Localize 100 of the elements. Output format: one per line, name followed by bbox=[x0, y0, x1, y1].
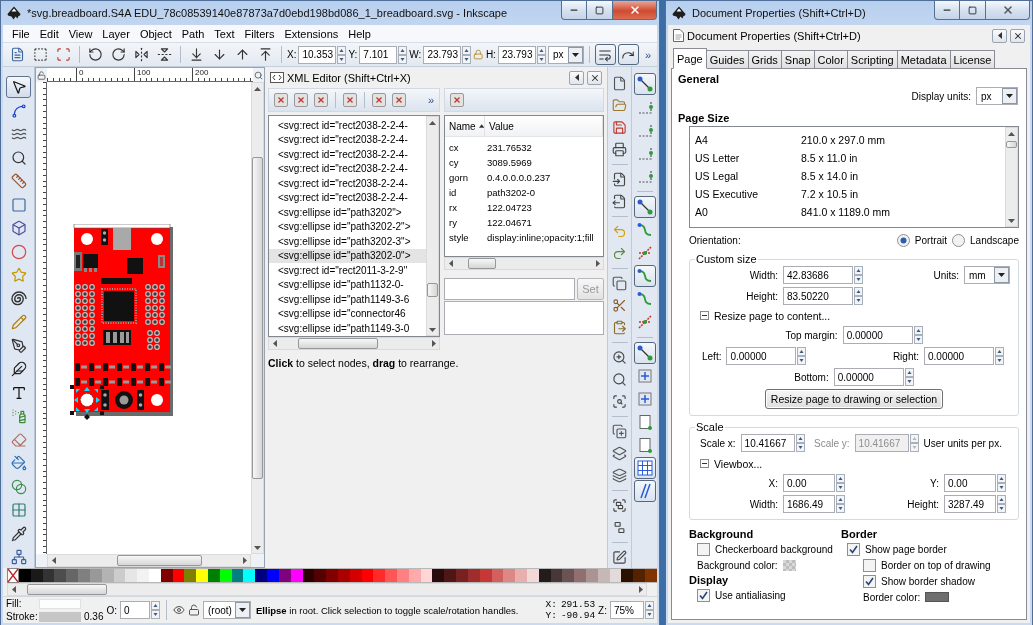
spin-arrows-icon[interactable] bbox=[836, 495, 845, 513]
attribute-name[interactable]: cx bbox=[445, 142, 485, 153]
menu-item[interactable]: Help bbox=[343, 27, 376, 40]
color-swatch[interactable] bbox=[645, 568, 657, 583]
minimize-button[interactable] bbox=[934, 1, 960, 20]
attribute-value[interactable]: 122.04671 bbox=[485, 217, 532, 228]
toggle-button[interactable] bbox=[617, 44, 639, 65]
dock-button[interactable] bbox=[569, 70, 584, 85]
toggle-button[interactable] bbox=[594, 44, 616, 65]
scrollbar[interactable] bbox=[47, 554, 251, 567]
color-swatch[interactable] bbox=[326, 568, 338, 583]
attribute-value[interactable]: 0.4.0.0.0.0.237 bbox=[485, 172, 551, 183]
scroll-right-icon[interactable] bbox=[242, 557, 247, 564]
color-swatch[interactable] bbox=[574, 568, 586, 583]
color-swatch[interactable] bbox=[125, 568, 138, 583]
menu-item[interactable]: Edit bbox=[34, 27, 64, 40]
xml-node-row[interactable]: <svg:ellipse id="path3202-2"> bbox=[269, 219, 426, 234]
color-swatch[interactable] bbox=[503, 568, 516, 583]
menu-item[interactable]: View bbox=[63, 27, 98, 40]
snap-toggle-button[interactable] bbox=[633, 196, 656, 218]
tab[interactable]: Scripting bbox=[846, 50, 898, 69]
scroll-right-icon[interactable] bbox=[431, 340, 436, 347]
color-swatch[interactable] bbox=[432, 568, 445, 583]
scrollbar[interactable] bbox=[1005, 127, 1018, 227]
spin-arrows-icon[interactable] bbox=[462, 45, 472, 64]
color-swatch[interactable] bbox=[562, 568, 575, 583]
radio-button[interactable] bbox=[952, 233, 966, 247]
spin-arrows-icon[interactable] bbox=[997, 474, 1006, 492]
page-size-name[interactable]: US Letter bbox=[695, 152, 801, 164]
number-field[interactable]: 23.793 bbox=[423, 45, 462, 64]
number-field[interactable]: 0.00 bbox=[944, 474, 996, 492]
spin-arrows-icon[interactable] bbox=[913, 326, 923, 344]
checkbox[interactable] bbox=[863, 558, 876, 572]
page-size-name[interactable]: US Executive bbox=[695, 188, 801, 200]
scrollbar-thumb[interactable] bbox=[298, 338, 378, 349]
number-field[interactable]: 10.41667 bbox=[740, 434, 795, 452]
attribute-value[interactable]: 231.76532 bbox=[485, 142, 532, 153]
color-swatch[interactable] bbox=[925, 592, 950, 602]
attribute-name[interactable]: rx bbox=[445, 202, 485, 213]
dock-button[interactable] bbox=[992, 28, 1007, 43]
scroll-down-icon[interactable] bbox=[429, 327, 436, 332]
column-header[interactable]: Value bbox=[485, 116, 603, 136]
checkbox-label[interactable]: Border on top of drawing bbox=[881, 559, 991, 571]
xml-node-row[interactable]: <svg:rect id="rect2038-2-2-4- bbox=[269, 190, 426, 205]
spin-arrows-icon[interactable] bbox=[904, 368, 914, 386]
spin-arrows-icon[interactable] bbox=[795, 434, 805, 452]
tab[interactable]: Color bbox=[813, 50, 848, 69]
overflow-button[interactable]: » bbox=[425, 94, 436, 106]
menu-item[interactable]: Filters bbox=[239, 27, 280, 40]
collapse-icon[interactable] bbox=[700, 459, 709, 468]
xml-node-row[interactable]: <svg:ellipse id="path3202-3"> bbox=[269, 234, 426, 249]
color-swatch[interactable] bbox=[515, 568, 527, 583]
xml-node-row[interactable]: <svg:ellipse id="connector46 bbox=[269, 306, 426, 321]
scrollbar[interactable] bbox=[251, 82, 264, 554]
number-field[interactable]: 0 bbox=[120, 601, 151, 619]
color-swatch[interactable] bbox=[137, 568, 149, 583]
scrollbar[interactable] bbox=[444, 257, 604, 270]
xml-node-row[interactable]: <svg:rect id="rect2038-2-2-4- bbox=[269, 118, 426, 133]
page-size-name[interactable]: A0 bbox=[695, 206, 801, 218]
number-field[interactable]: 83.50220 bbox=[783, 287, 853, 305]
magnifier-icon[interactable] bbox=[254, 70, 263, 80]
scroll-left-icon[interactable] bbox=[51, 557, 56, 564]
units-dropdown[interactable]: mm bbox=[964, 266, 1010, 284]
attribute-value-field[interactable] bbox=[444, 278, 575, 300]
page-size-name[interactable]: US Legal bbox=[695, 170, 801, 182]
color-swatch[interactable] bbox=[184, 568, 197, 583]
checkbox-label[interactable]: Show page border bbox=[865, 543, 947, 555]
scrollbar-thumb[interactable] bbox=[427, 283, 438, 297]
menu-item[interactable]: Text bbox=[209, 27, 240, 40]
fill-swatch[interactable] bbox=[39, 598, 81, 609]
menu-item[interactable]: Extensions bbox=[279, 27, 344, 40]
attribute-name[interactable]: ry bbox=[445, 217, 485, 228]
scrollbar-thumb[interactable] bbox=[1006, 141, 1017, 148]
minimize-button[interactable] bbox=[561, 1, 587, 20]
xml-node-row[interactable]: <svg:ellipse id="path1149-3-6 bbox=[269, 292, 426, 307]
close-button[interactable] bbox=[986, 1, 1030, 20]
snap-toggle-button[interactable] bbox=[633, 342, 656, 364]
snap-toggle-button[interactable] bbox=[633, 480, 656, 502]
color-swatch[interactable] bbox=[255, 568, 268, 583]
scroll-up-icon[interactable] bbox=[254, 86, 261, 91]
checkbox[interactable] bbox=[697, 588, 710, 602]
spin-arrows-icon[interactable] bbox=[536, 45, 546, 64]
open-padlock-icon[interactable] bbox=[188, 604, 201, 616]
scrollbar-thumb[interactable] bbox=[117, 555, 202, 566]
number-field[interactable]: 3287.49 bbox=[944, 495, 996, 513]
scrollbar-thumb[interactable] bbox=[252, 157, 263, 479]
xml-node-row[interactable]: <svg:ellipse id="path1132-0- bbox=[269, 277, 426, 292]
eye-icon[interactable] bbox=[173, 604, 186, 616]
attribute-name[interactable]: gorn bbox=[445, 172, 485, 183]
tab[interactable]: Metadata bbox=[896, 50, 951, 69]
layer-dropdown[interactable]: (root) bbox=[203, 601, 252, 619]
number-field[interactable]: 0.00 bbox=[783, 474, 835, 492]
color-swatch[interactable] bbox=[267, 568, 279, 583]
column-header[interactable]: Name bbox=[445, 116, 485, 136]
checkbox[interactable] bbox=[863, 574, 876, 588]
radio-button[interactable] bbox=[896, 233, 910, 247]
color-swatch[interactable] bbox=[782, 559, 796, 571]
attribute-value[interactable]: path3202-0 bbox=[485, 187, 536, 198]
scroll-up-icon[interactable] bbox=[429, 120, 436, 125]
scrollbar[interactable] bbox=[7, 583, 647, 596]
